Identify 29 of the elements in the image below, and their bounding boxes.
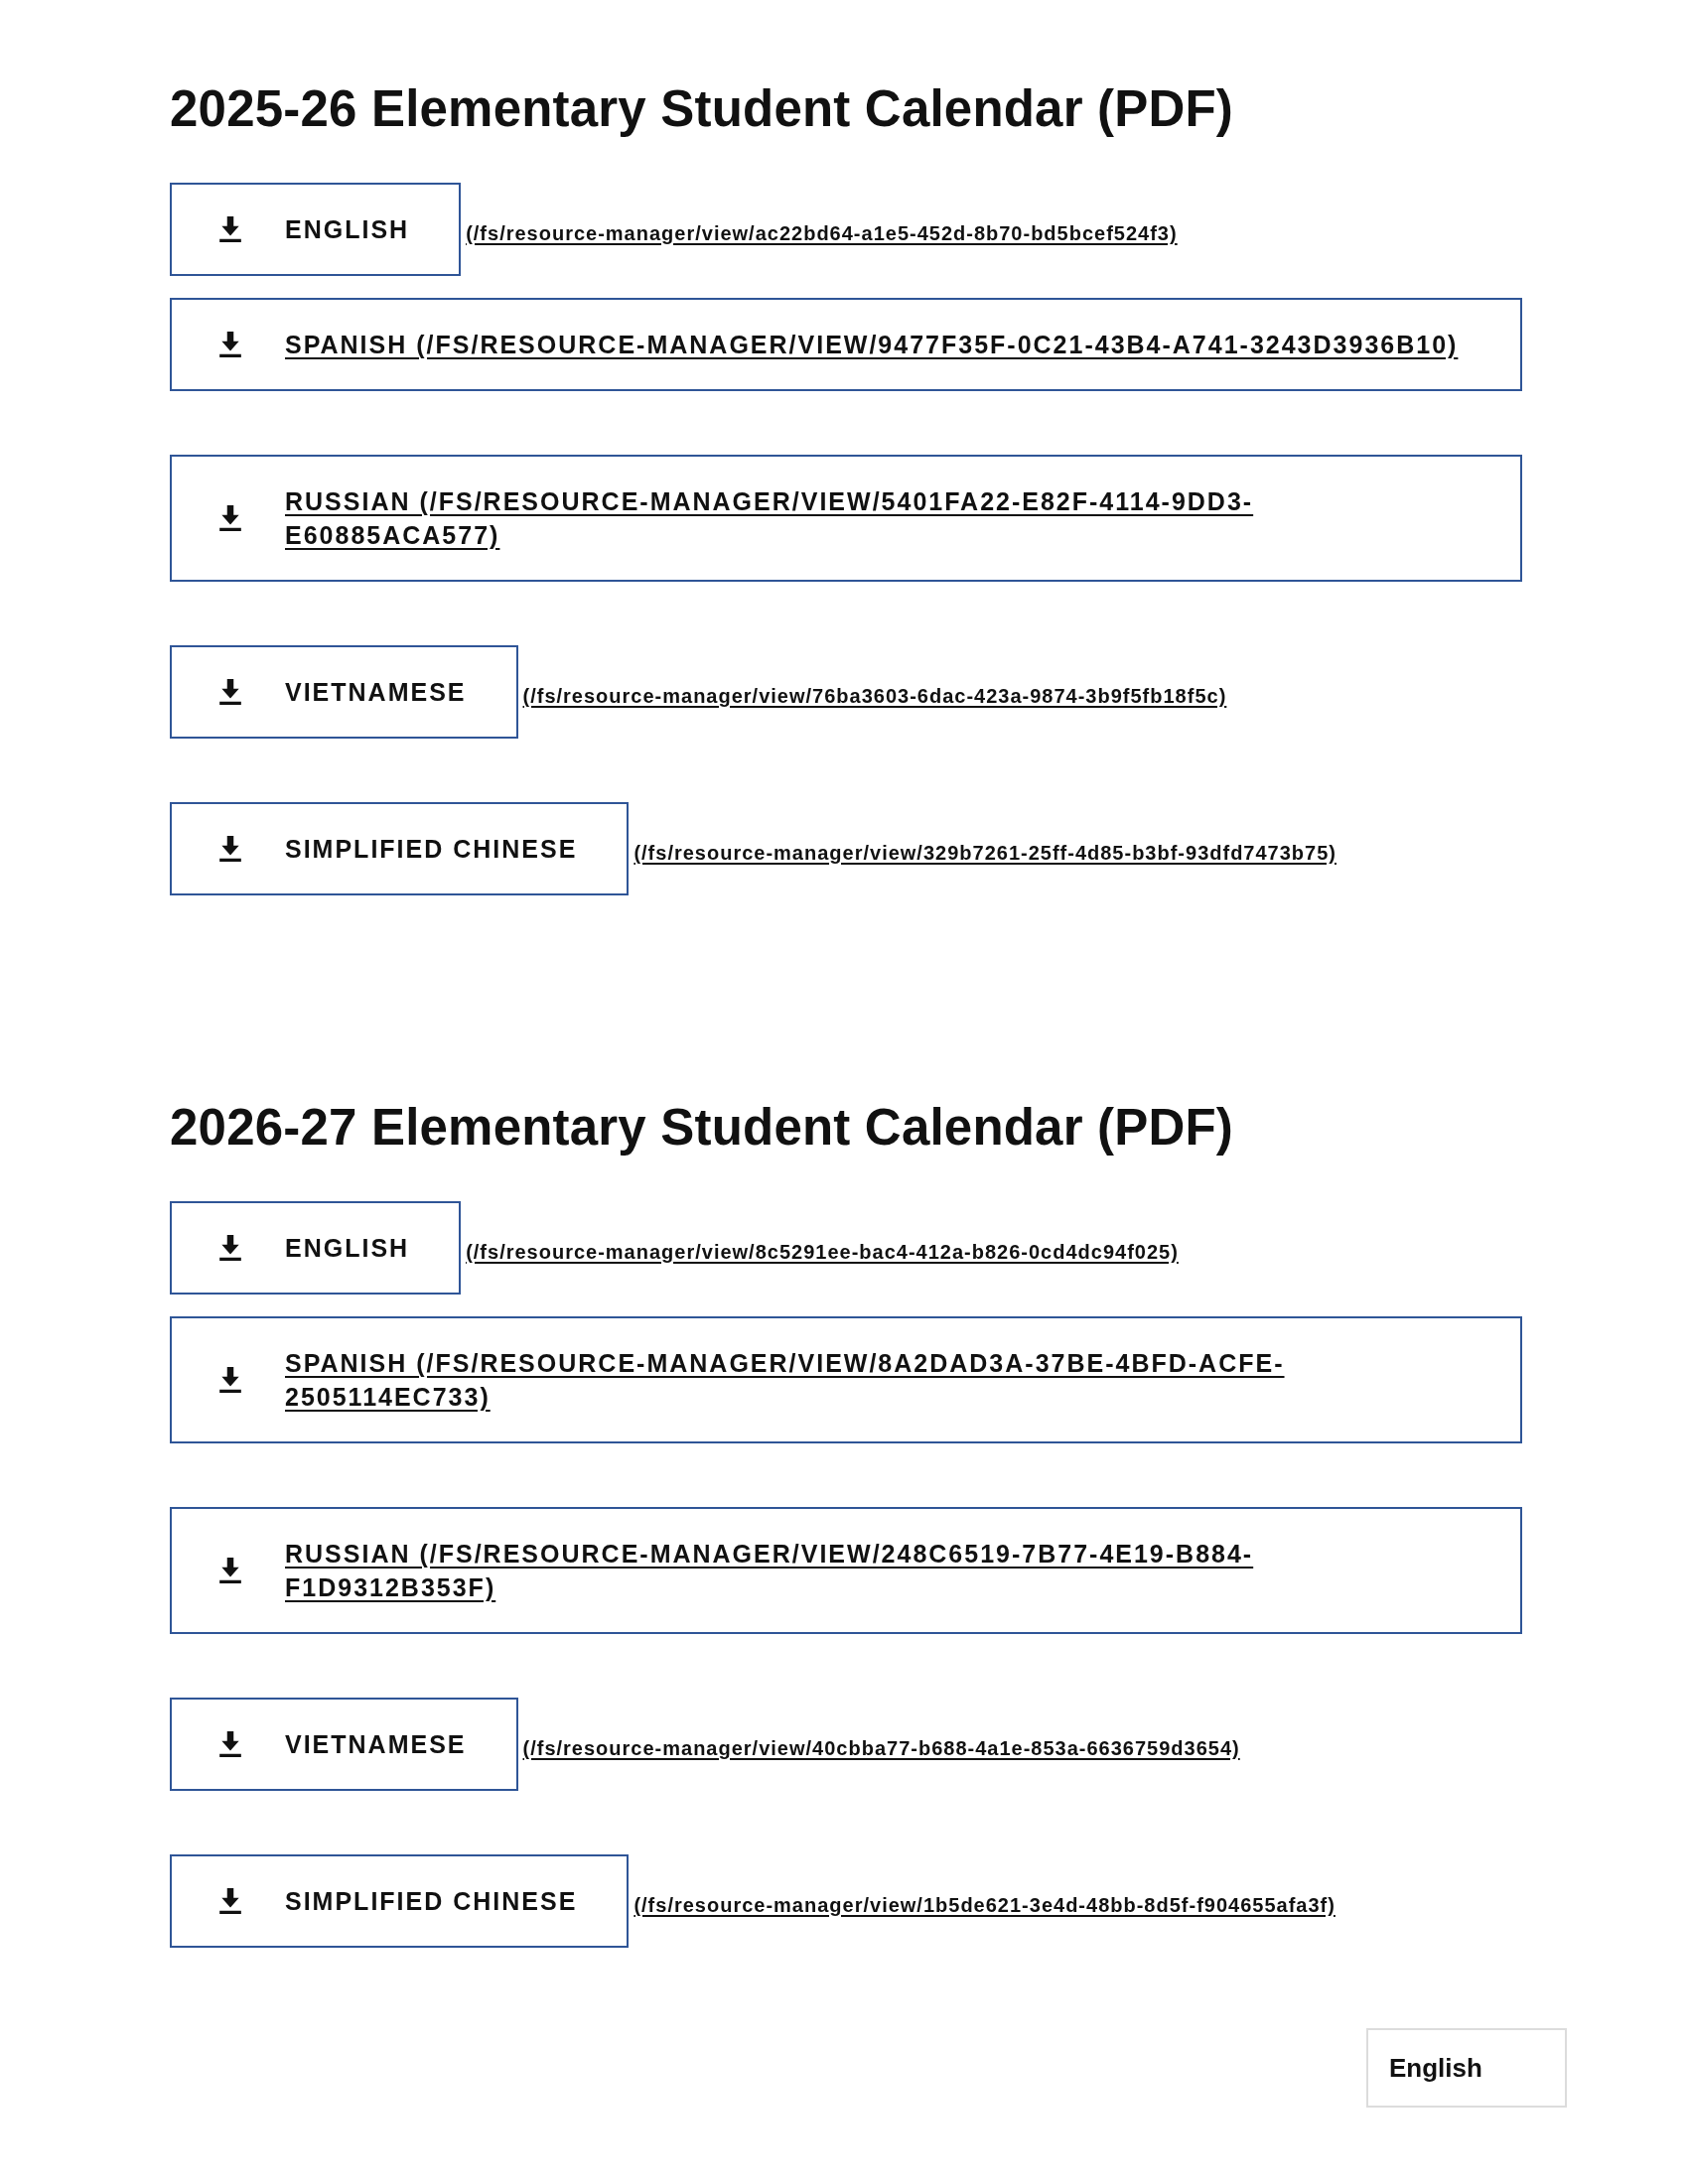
section-heading: 2025-26 Elementary Student Calendar (PDF) — [170, 79, 1235, 139]
download-icon — [219, 505, 241, 531]
download-icon — [219, 679, 241, 705]
download-icon — [219, 216, 241, 242]
download-icon — [219, 1235, 241, 1261]
file-link[interactable]: (/fs/resource-manager/view/40cbba77-b688-4a1e-853a-6636759d3654) — [522, 1728, 1240, 1760]
download-icon — [219, 332, 241, 357]
download-button[interactable]: VIETNAMESE — [170, 645, 518, 739]
download-button[interactable]: SPANISH (/FS/RESOURCE-MANAGER/VIEW/8A2DAD3A-37BE-4BFD-ACFE-2505114EC733) — [170, 1316, 1522, 1443]
section-heading: 2026-27 Elementary Student Calendar (PDF) — [170, 1098, 1235, 1158]
download-button[interactable]: ENGLISH — [170, 183, 462, 276]
file-link[interactable]: (/fs/resource-manager/view/1b5de621-3e4d-48bb-8d5f-f904655afa3f) — [633, 1885, 1336, 1917]
download-button[interactable]: SIMPLIFIED CHINESE — [170, 1854, 630, 1948]
download-button[interactable]: RUSSIAN (/FS/RESOURCE-MANAGER/VIEW/248C6519-7B77-4E19-B884-F1D9312B353F) — [170, 1507, 1522, 1634]
file-link[interactable]: (/fs/resource-manager/view/ac22bd64-a1e5-452d-8b70-bd5bcef524f3) — [466, 213, 1178, 245]
download-button[interactable]: SPANISH (/FS/RESOURCE-MANAGER/VIEW/9477F35F-0C21-43B4-A741-3243D3936B10) — [170, 298, 1522, 391]
download-button[interactable]: RUSSIAN (/FS/RESOURCE-MANAGER/VIEW/5401FA22-E82F-4114-9DD3-E60885ACA577) — [170, 455, 1522, 582]
download-button[interactable]: SIMPLIFIED CHINESE — [170, 802, 630, 895]
download-icon — [219, 1367, 241, 1393]
download-icon — [219, 1888, 241, 1914]
download-icon — [219, 836, 241, 862]
download-icon — [219, 1731, 241, 1757]
file-link[interactable]: (/fs/resource-manager/view/8c5291ee-bac4-412a-b826-0cd4dc94f025) — [466, 1232, 1179, 1264]
download-button[interactable]: VIETNAMESE — [170, 1698, 518, 1791]
file-link[interactable]: (/fs/resource-manager/view/329b7261-25ff-4d85-b3bf-93dfd7473b75) — [633, 833, 1336, 865]
download-button[interactable]: ENGLISH — [170, 1201, 462, 1295]
language-select[interactable]: English — [1366, 2028, 1567, 2108]
download-icon — [219, 1558, 241, 1583]
file-link[interactable]: (/fs/resource-manager/view/76ba3603-6dac-423a-9874-3b9f5fb18f5c) — [522, 676, 1227, 708]
